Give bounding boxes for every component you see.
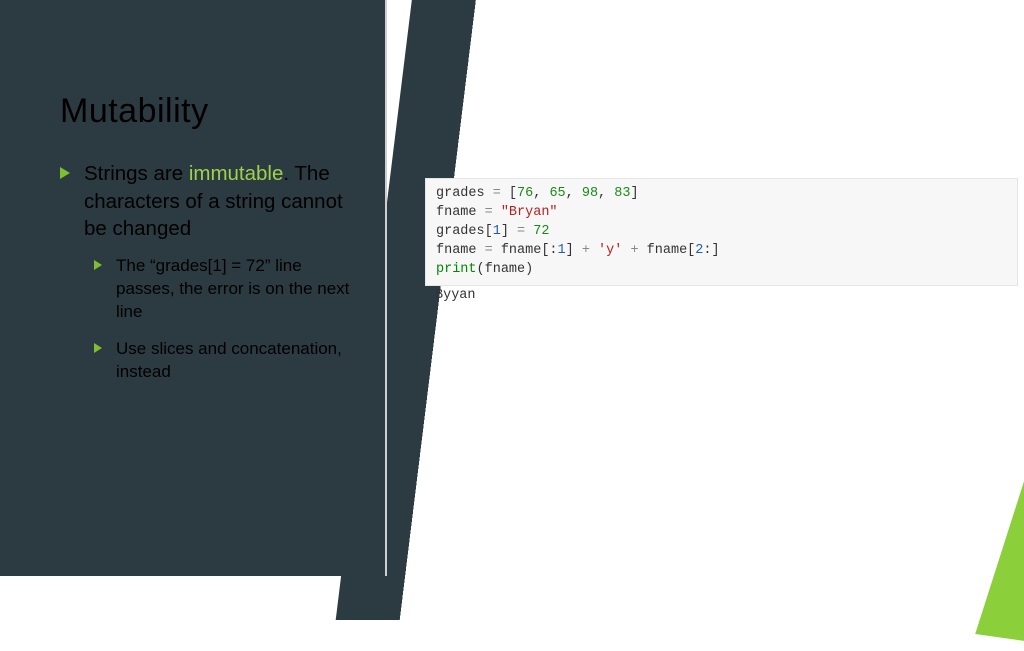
code-line-2: fname = "Bryan" <box>436 204 1007 223</box>
code-block: grades = [76, 65, 98, 83] fname = "Bryan… <box>425 178 1018 286</box>
bullet-1: Strings are immutable. The characters of… <box>60 160 360 384</box>
sub-bullet-1: The “grades[1] = 72” line passes, the er… <box>94 255 360 324</box>
bullet-1-highlight: immutable <box>189 162 284 185</box>
bullet-list: Strings are immutable. The characters of… <box>60 160 360 398</box>
code-line-3: grades[1] = 72 <box>436 223 1007 242</box>
bullet-1-text-prefix: Strings are <box>84 162 189 185</box>
sub-bullet-2: Use slices and concatenation, instead <box>94 338 360 384</box>
panel-divider <box>385 0 387 576</box>
green-accent-wedge <box>837 0 1024 651</box>
code-line-5: print(fname) <box>436 261 1007 280</box>
code-output: Byyan <box>425 282 486 309</box>
code-line-4: fname = fname[:1] + 'y' + fname[2:] <box>436 242 1007 261</box>
slide-title: Mutability <box>60 92 209 131</box>
code-line-1: grades = [76, 65, 98, 83] <box>436 185 1007 204</box>
sub-bullet-list: The “grades[1] = 72” line passes, the er… <box>94 255 360 384</box>
